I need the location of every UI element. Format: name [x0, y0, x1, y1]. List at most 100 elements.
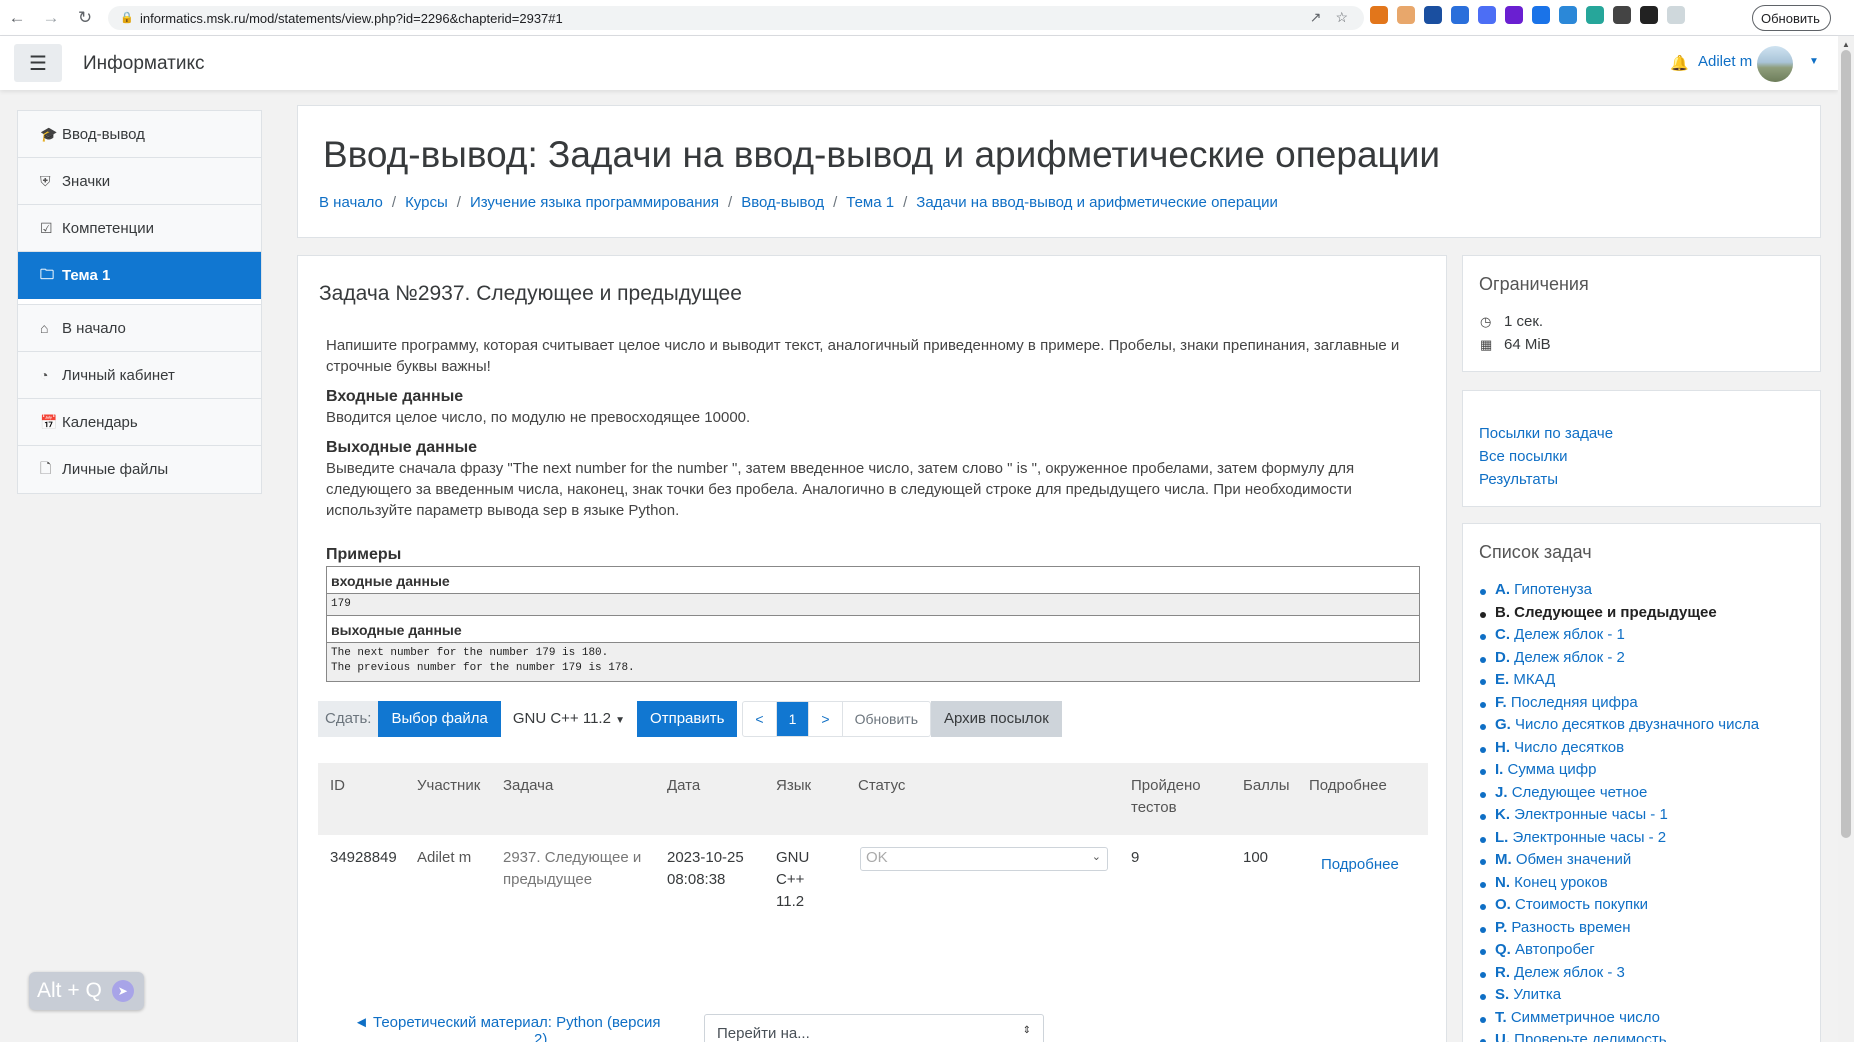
archive-button[interactable]: Архив посылок	[930, 701, 1062, 737]
pagination-page[interactable]: 1	[776, 702, 810, 736]
sidebar-item-calendar[interactable]: 📅 Календарь	[18, 399, 261, 446]
bookmark-star-icon[interactable]: ☆	[1335, 9, 1348, 26]
task-name: Дележ яблок - 2	[1514, 648, 1625, 666]
task-list-item[interactable]: I. Сумма цифр	[1479, 761, 1759, 784]
task-letter: L.	[1495, 828, 1509, 846]
task-list-item[interactable]: R. Дележ яблок - 3	[1479, 964, 1759, 987]
sidebar-item-files[interactable]: 🗋 Личные файлы	[18, 446, 261, 493]
all-submissions-link[interactable]: Все посылки	[1479, 448, 1567, 465]
task-list-item[interactable]: O. Стоимость покупки	[1479, 896, 1759, 919]
task-list-item[interactable]: B. Следующее и предыдущее	[1479, 604, 1759, 627]
refresh-button[interactable]: Обновить	[843, 702, 930, 736]
sidebar-item-competencies[interactable]: ☑ Компетенции	[18, 205, 261, 252]
results-link[interactable]: Результаты	[1479, 471, 1558, 488]
task-list-item[interactable]: F. Последняя цифра	[1479, 694, 1759, 717]
col-task: Задача	[503, 777, 554, 794]
extension-icon[interactable]	[1478, 6, 1496, 24]
task-list-item[interactable]: L. Электронные часы - 2	[1479, 829, 1759, 852]
chevron-down-icon[interactable]: ▼	[1809, 56, 1819, 67]
chevron-down-icon: ⌄	[1091, 851, 1101, 863]
task-name: Следующее четное	[1511, 783, 1648, 801]
clock-icon: ◷	[1480, 314, 1492, 329]
task-list-item[interactable]: K. Электронные часы - 1	[1479, 806, 1759, 829]
site-brand[interactable]: Информатикс	[83, 53, 204, 75]
breadcrumb-topic[interactable]: Тема 1	[846, 194, 894, 211]
extension-icon[interactable]	[1559, 6, 1577, 24]
browser-update-button[interactable]: Обновить	[1752, 5, 1831, 31]
task-list-item[interactable]: E. МКАД	[1479, 671, 1759, 694]
sidebar-item-label: Компетенции	[62, 219, 155, 237]
extension-icon[interactable]	[1640, 6, 1658, 24]
address-bar[interactable]: 🔒 informatics.msk.ru/mod/statements/view…	[108, 6, 1364, 30]
prev-activity-link[interactable]: ◄ Теоретический материал: Python (версия…	[354, 1014, 660, 1042]
sidebar-item-badges[interactable]: ⛨ Значки	[18, 158, 261, 205]
sidebar-item-label: Календарь	[62, 413, 138, 431]
task-list-item[interactable]: G. Число десятков двузначного числа	[1479, 716, 1759, 739]
task-name: Число десятков	[1514, 738, 1625, 756]
scroll-up-icon[interactable]: ▲	[1842, 40, 1850, 49]
reload-icon[interactable]: ↻	[68, 1, 102, 35]
sidebar-item-dashboard[interactable]: ◔ Личный кабинет	[18, 352, 261, 399]
extension-icon[interactable]	[1532, 6, 1550, 24]
avatar[interactable]	[1757, 46, 1793, 82]
statement-text: Напишите программу, которая считывает це…	[326, 337, 1400, 375]
choose-file-button[interactable]: Выбор файла	[378, 701, 501, 737]
sidebar-item-topic-1[interactable]: 🗀 Тема 1	[18, 252, 261, 299]
task-submissions-link[interactable]: Посылки по задаче	[1479, 425, 1613, 442]
share-icon[interactable]: ↗	[1310, 9, 1322, 26]
task-name: Обмен значений	[1515, 851, 1632, 868]
back-arrow-icon[interactable]: ←	[0, 1, 34, 35]
language-value: GNU C++ 11.2	[512, 710, 611, 727]
output-text: Выведите сначала фразу "The next number …	[326, 460, 1355, 519]
task-list-item[interactable]: A. Гипотенуза	[1479, 581, 1759, 604]
breadcrumb-course[interactable]: Изучение языка программирования	[470, 194, 719, 211]
task-list-item[interactable]: J. Следующее четное	[1479, 784, 1759, 807]
sidebar-item-home[interactable]: ⌂ В начало	[18, 305, 261, 352]
pagination-next[interactable]: >	[809, 702, 843, 736]
jump-to-select[interactable]: Перейти на... ⇕	[704, 1014, 1044, 1042]
extension-icon[interactable]	[1505, 6, 1523, 24]
extension-icon[interactable]	[1424, 6, 1442, 24]
task-letter: I.	[1495, 761, 1504, 778]
shortcut-overlay[interactable]: Alt + Q ➤	[29, 972, 144, 1010]
breadcrumb-courses[interactable]: Курсы	[405, 194, 448, 211]
extension-icon[interactable]	[1586, 6, 1604, 24]
bell-icon[interactable]: 🔔	[1670, 54, 1689, 72]
hamburger-menu-icon[interactable]: ☰	[14, 44, 62, 82]
chevron-updown-icon: ⇕	[1022, 1025, 1031, 1036]
language-select[interactable]: GNU C++ 11.2 ▼	[500, 701, 638, 737]
row-task-line2: предыдущее	[503, 871, 593, 888]
forward-arrow-icon[interactable]: →	[34, 1, 68, 35]
example-input: 179	[327, 594, 1419, 616]
task-list-item[interactable]: U. Проверьте делимость	[1479, 1031, 1759, 1042]
row-details-link[interactable]: Подробнее	[1321, 854, 1399, 876]
task-name: Улитка	[1513, 986, 1562, 1003]
page-header-card: Ввод-вывод: Задачи на ввод-вывод и арифм…	[297, 105, 1821, 238]
extension-icon[interactable]	[1451, 6, 1469, 24]
task-list-item[interactable]: D. Дележ яблок - 2	[1479, 649, 1759, 672]
task-list-item[interactable]: P. Разность времен	[1479, 919, 1759, 942]
extension-icon[interactable]	[1370, 6, 1388, 24]
extension-icon[interactable]	[1613, 6, 1631, 24]
extension-icon[interactable]	[1667, 6, 1685, 24]
sidebar-item-label: Ввод-вывод	[62, 125, 145, 143]
task-list-item[interactable]: Q. Автопробег	[1479, 941, 1759, 964]
task-list-item[interactable]: N. Конец уроков	[1479, 874, 1759, 897]
user-name[interactable]: Adilet m	[1698, 53, 1752, 70]
breadcrumb-section[interactable]: Ввод-вывод	[741, 194, 824, 211]
submit-toolbar: Сдать: Выбор файла GNU C++ 11.2 ▼ Отправ…	[318, 701, 1062, 737]
sidebar-item-input-output[interactable]: 🎓 Ввод-вывод	[18, 111, 261, 158]
task-list-item[interactable]: M. Обмен значений	[1479, 851, 1759, 874]
task-list-item[interactable]: C. Дележ яблок - 1	[1479, 626, 1759, 649]
breadcrumb-home[interactable]: В начало	[319, 194, 383, 211]
status-select[interactable]: OK ⌄	[860, 847, 1108, 871]
extension-icon[interactable]	[1397, 6, 1415, 24]
task-list-item[interactable]: H. Число десятков	[1479, 739, 1759, 762]
examples-table: входные данные 179 выходные данные The n…	[326, 566, 1420, 682]
send-button[interactable]: Отправить	[637, 701, 738, 737]
breadcrumb-current[interactable]: Задачи на ввод-вывод и арифметические оп…	[916, 194, 1278, 211]
task-list-item[interactable]: S. Улитка	[1479, 986, 1759, 1009]
task-list-item[interactable]: T. Симметричное число	[1479, 1009, 1759, 1032]
scrollbar-thumb[interactable]	[1841, 50, 1851, 838]
pagination-prev[interactable]: <	[743, 702, 777, 736]
